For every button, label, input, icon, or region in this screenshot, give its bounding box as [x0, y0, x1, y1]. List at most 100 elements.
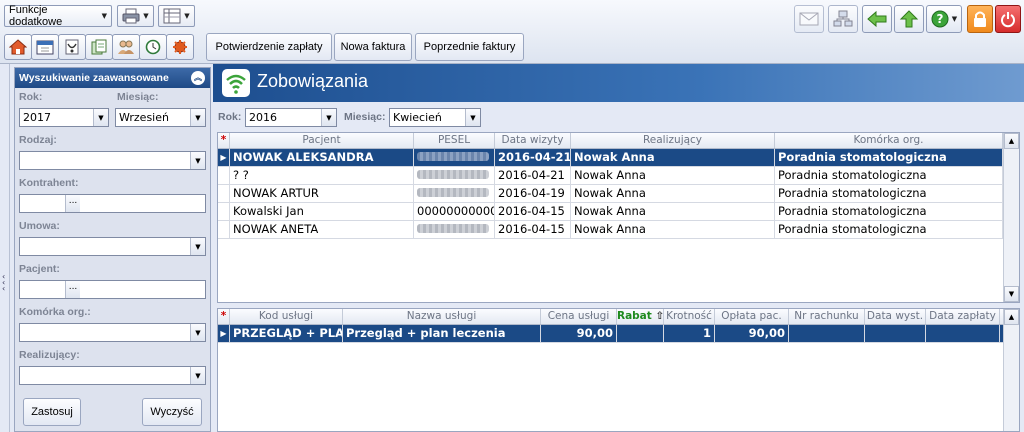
documents-button[interactable]	[85, 34, 113, 60]
tab-previous-invoices[interactable]: Poprzednie faktury	[415, 33, 524, 61]
clock-refresh-icon	[145, 39, 161, 55]
column-header[interactable]: Realizujący	[571, 133, 775, 148]
main-miesiac-select-value: Kwiecień	[393, 111, 442, 124]
miesiac-label: Miesiąc:	[117, 91, 159, 103]
table-cell-pesel: 00000000000	[414, 203, 495, 220]
calendar-button[interactable]	[31, 34, 59, 60]
envelope-icon	[799, 12, 819, 26]
row-selector[interactable]	[218, 221, 230, 238]
column-header[interactable]: PESEL	[414, 133, 495, 148]
table-row[interactable]: ▶ NOWAK ALEKSANDRA 2016-04-21 Nowak Anna Por…	[218, 149, 1019, 167]
umowa-select[interactable]: ▼	[19, 237, 206, 256]
column-header[interactable]: Kod usługi	[230, 309, 343, 324]
print-dropdown-button[interactable]: ▼	[117, 5, 154, 27]
tab-payment-confirmation-label: Potwierdzenie zapłaty	[215, 41, 323, 53]
table-cell-realizujacy: Nowak Anna	[571, 185, 775, 202]
redacted-pesel	[417, 152, 489, 161]
main-rok-select-value: 2016	[249, 111, 277, 124]
tab-new-invoice-label: Nowa faktura	[340, 41, 406, 53]
table-row[interactable]: ? ? 2016-04-21 Nowak Anna Poradnia stomatol…	[218, 167, 1019, 185]
main-header: Zobowiązania	[213, 64, 1024, 102]
komorka-label: Komórka org.:	[19, 306, 91, 318]
advanced-search-title: Wyszukiwanie zaawansowane	[19, 72, 169, 84]
realizujacy-select[interactable]: ▼	[19, 366, 206, 385]
table-cell-data: 2016-04-21	[495, 167, 571, 184]
medical-record-button[interactable]	[58, 34, 86, 60]
services-scrollbar[interactable]: ▲	[1003, 309, 1019, 431]
schedule-button[interactable]	[139, 34, 167, 60]
current-row-arrow-icon[interactable]: ▶	[218, 149, 230, 166]
chevron-down-icon: ▼	[93, 109, 108, 126]
view-layout-dropdown-button[interactable]: ▼	[158, 5, 195, 27]
patients-button[interactable]	[112, 34, 140, 60]
mail-button[interactable]	[794, 5, 824, 33]
tools-button[interactable]	[166, 34, 194, 60]
row-selector[interactable]	[218, 167, 230, 184]
column-header-rabat[interactable]: Rabat ⇧	[617, 309, 664, 324]
scroll-down-icon[interactable]: ▼	[1004, 286, 1019, 302]
kontrahent-field[interactable]: ...	[19, 194, 206, 213]
chevron-down-icon: ▼	[465, 109, 480, 126]
advanced-search-panel: Wyszukiwanie zaawansowane ︽ Rok: Miesiąc…	[14, 67, 211, 432]
table-row[interactable]: NOWAK ANETA 2016-04-15 Nowak Anna Poradnia …	[218, 221, 1019, 239]
row-selector[interactable]	[218, 203, 230, 220]
row-selector-header-icon: *	[218, 133, 230, 148]
kontrahent-browse-button[interactable]: ...	[65, 195, 80, 212]
back-button[interactable]	[862, 5, 892, 33]
additional-functions-dropdown[interactable]: Funkcje dodatkowe ▼	[4, 4, 112, 28]
lock-button[interactable]	[967, 5, 993, 33]
pacjent-field[interactable]: ...	[19, 280, 206, 299]
table-cell-realizujacy: Nowak Anna	[571, 149, 775, 166]
network-button[interactable]	[828, 5, 858, 33]
tab-new-invoice[interactable]: Nowa faktura	[334, 33, 412, 61]
table-cell-cena: 90,00	[541, 325, 617, 342]
column-header[interactable]: Data zapłaty	[926, 309, 1000, 324]
table-cell-krotnosc: 1	[664, 325, 715, 342]
table-cell-komorka: Poradnia stomatologiczna	[775, 221, 1003, 238]
table-cell-pesel	[414, 149, 495, 166]
miesiac-select[interactable]: Wrzesień ▼	[115, 108, 206, 127]
pacjent-browse-button[interactable]: ...	[65, 281, 80, 298]
panel-splitter[interactable]: ‹ ‹ ‹	[0, 64, 10, 432]
collapse-panel-icon[interactable]: ︽	[191, 71, 205, 85]
row-selector[interactable]	[218, 185, 230, 202]
main-miesiac-select[interactable]: Kwiecień ▼	[389, 108, 481, 127]
scroll-up-icon[interactable]: ▲	[1004, 133, 1019, 149]
power-off-button[interactable]	[995, 5, 1021, 33]
main-rok-select[interactable]: 2016 ▼	[245, 108, 337, 127]
column-header[interactable]: Pacjent	[230, 133, 414, 148]
help-dropdown-button[interactable]: ? ▼	[926, 5, 962, 33]
column-header[interactable]: Krotność	[664, 309, 715, 324]
rodzaj-select[interactable]: ▼	[19, 151, 206, 170]
printer-icon	[122, 8, 140, 24]
current-row-arrow-icon[interactable]: ▶	[218, 325, 230, 342]
rok-select[interactable]: 2017 ▼	[19, 108, 109, 127]
column-header[interactable]: Data wizyty	[495, 133, 571, 148]
scroll-up-icon[interactable]: ▲	[1004, 309, 1019, 325]
table-cell-komorka: Poradnia stomatologiczna	[775, 167, 1003, 184]
table-row[interactable]: ▶ PRZEGLĄD + PLAN Przegląd + plan leczenia…	[218, 325, 1019, 343]
tab-payment-confirmation[interactable]: Potwierdzenie zapłaty	[206, 33, 332, 61]
column-header[interactable]: Data wyst.	[865, 309, 926, 324]
page-title: Zobowiązania	[257, 71, 369, 91]
apply-button[interactable]: Zastosuj	[23, 398, 81, 426]
layout-columns-icon	[163, 8, 181, 24]
chevron-down-icon: ▼	[951, 15, 958, 23]
column-header[interactable]: Komórka org.	[775, 133, 1003, 148]
chevron-down-icon: ▼	[184, 12, 190, 20]
services-table: * Kod usługi Nazwa usługi Cena usługi Ra…	[217, 308, 1020, 432]
chevron-down-icon: ▼	[321, 109, 336, 126]
column-header[interactable]: Cena usługi	[541, 309, 617, 324]
home-button[interactable]	[4, 34, 32, 60]
calendar-icon	[36, 40, 54, 55]
column-header[interactable]: Opłata pac.	[715, 309, 789, 324]
table-cell-rabat	[617, 325, 664, 342]
column-header[interactable]: Nazwa usługi	[343, 309, 541, 324]
komorka-select[interactable]: ▼	[19, 323, 206, 342]
up-button[interactable]	[894, 5, 924, 33]
table-row[interactable]: NOWAK ARTUR 2016-04-19 Nowak Anna Poradnia …	[218, 185, 1019, 203]
visits-scrollbar[interactable]: ▲ ▼	[1003, 133, 1019, 302]
clear-button[interactable]: Wyczyść	[142, 398, 202, 426]
column-header[interactable]: Nr rachunku	[789, 309, 865, 324]
table-row[interactable]: Kowalski Jan 00000000000 2016-04-15 Nowak A…	[218, 203, 1019, 221]
